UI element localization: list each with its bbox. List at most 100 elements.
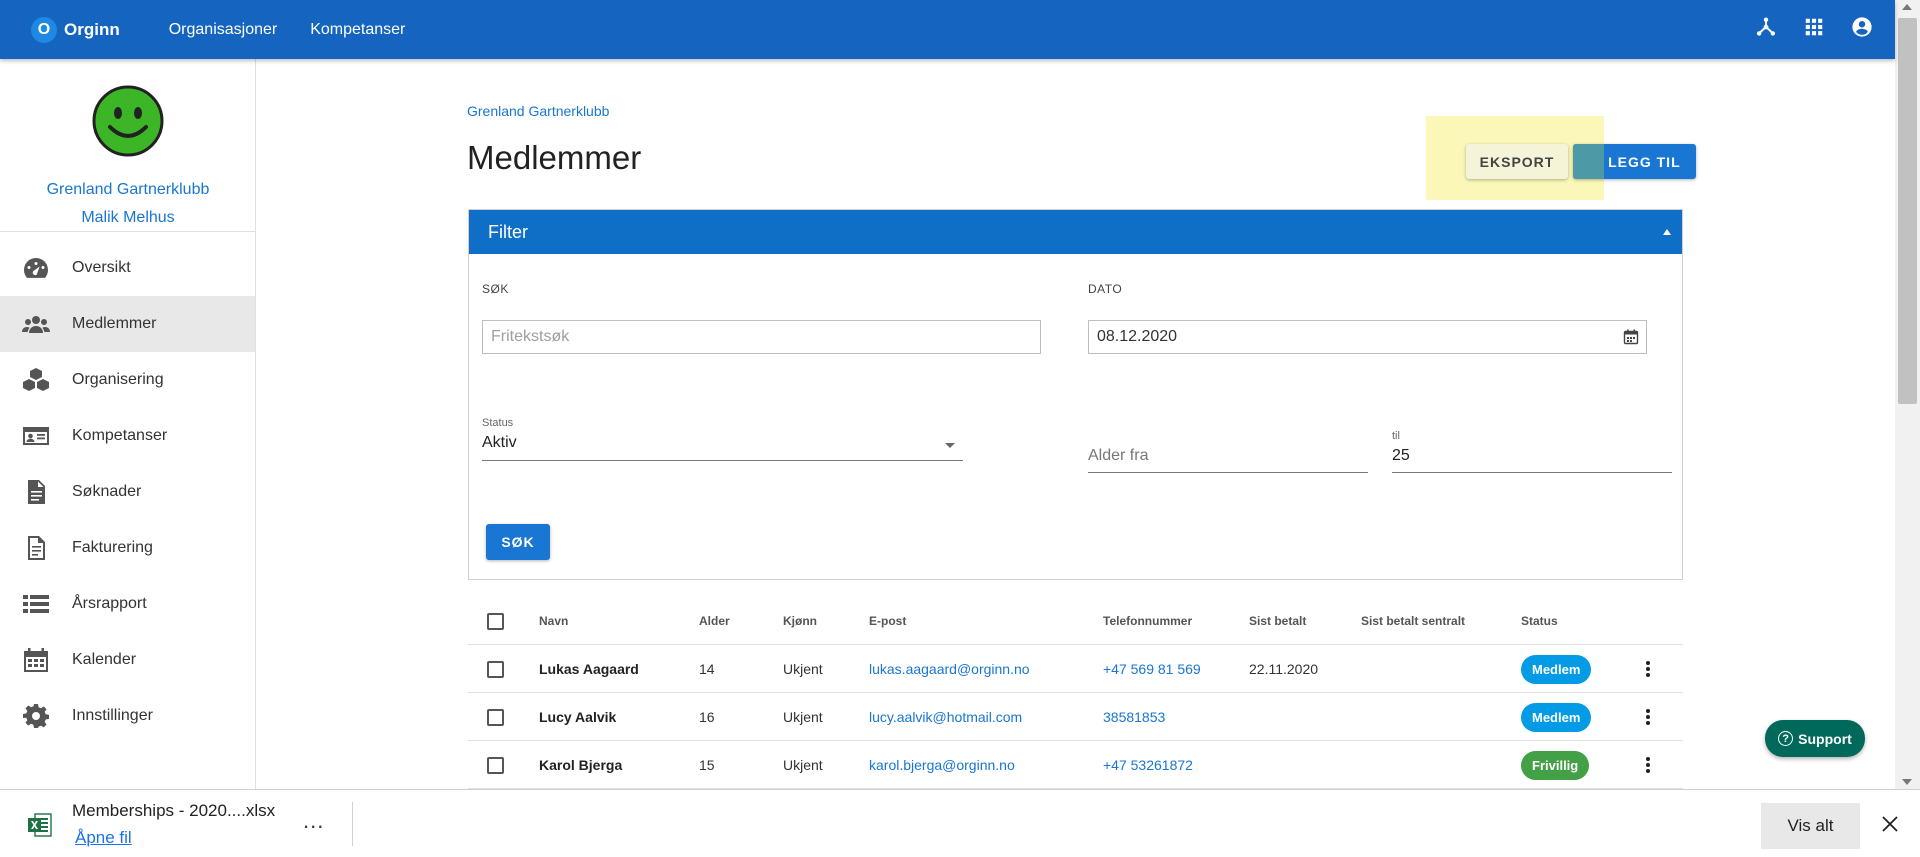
row-menu-cell (1638, 693, 1658, 741)
header-telefon[interactable]: Telefonnummer (1103, 597, 1192, 645)
download-file-name[interactable]: Memberships - 2020....xlsx (72, 801, 275, 821)
page-scrollbar[interactable] (1895, 0, 1920, 789)
sidebar-item-organisering[interactable]: Organisering (0, 352, 255, 408)
excel-file-icon (28, 813, 52, 837)
row-checkbox[interactable] (487, 708, 504, 726)
add-button-label: LEGG TIL (1608, 153, 1681, 170)
speedometer-icon (24, 258, 48, 278)
member-phone[interactable]: +47 569 81 569 (1103, 645, 1201, 693)
collapse-caret-icon[interactable] (1663, 229, 1671, 235)
sidebar-item-label: Kalender (72, 651, 137, 668)
member-email[interactable]: lukas.aagaard@orginn.no (869, 645, 1030, 693)
hierarchy-icon[interactable] (1755, 16, 1777, 38)
sidebar-item-oversikt[interactable]: Oversikt (0, 240, 255, 296)
add-member-button[interactable]: + LEGG TIL (1573, 144, 1696, 179)
status-badge-cell: Medlem (1521, 693, 1592, 741)
member-email[interactable]: karol.bjerga@orginn.no (869, 741, 1015, 789)
status-value: Aktiv (482, 434, 517, 451)
filter-header[interactable]: Filter (469, 210, 1682, 254)
age-to-field[interactable]: 25 (1392, 445, 1672, 473)
row-checkbox[interactable] (487, 660, 504, 678)
scroll-thumb[interactable] (1898, 18, 1917, 404)
scroll-down-arrow[interactable] (1902, 779, 1912, 785)
member-age: 15 (699, 757, 715, 773)
table-row[interactable]: Lukas Aagaard 14 Ukjent lukas.aagaard@or… (468, 645, 1683, 693)
age-from-field[interactable]: Alder fra (1088, 445, 1368, 473)
account-icon[interactable] (1851, 16, 1873, 38)
header-alder[interactable]: Alder (699, 597, 730, 645)
app-logo[interactable]: O Orginn (31, 16, 120, 43)
select-all-checkbox[interactable] (487, 612, 504, 630)
date-field[interactable]: 08.12.2020 (1088, 320, 1647, 354)
logo-badge: O (31, 16, 57, 43)
sidebar-item-fakturering[interactable]: Fakturering (0, 520, 255, 576)
calendar-picker-icon[interactable] (1623, 329, 1639, 345)
member-email[interactable]: lucy.aalvik@hotmail.com (869, 693, 1022, 741)
select-all-cell (487, 597, 504, 645)
search-input[interactable] (482, 320, 1041, 354)
breadcrumb[interactable]: Grenland Gartnerklubb (467, 103, 609, 119)
apps-grid-icon[interactable] (1803, 16, 1825, 38)
member-name[interactable]: Lucy Aalvik (539, 693, 616, 741)
header-status[interactable]: Status (1521, 597, 1558, 645)
status-badge[interactable]: Medlem (1521, 654, 1592, 684)
status-select[interactable]: Aktiv (482, 432, 963, 461)
sidebar-item-label: Innstillinger (72, 707, 153, 724)
age-from-placeholder: Alder fra (1088, 447, 1149, 464)
export-button[interactable]: EKSPORT (1466, 144, 1568, 179)
top-nav: Organisasjoner Kompetanser (169, 21, 406, 39)
more-vert-icon[interactable] (1638, 659, 1658, 679)
more-options-icon[interactable]: ... (303, 808, 324, 834)
search-label: SØK (482, 282, 509, 296)
table-row[interactable]: Karol Bjerga 15 Ukjent karol.bjerga@orgi… (468, 741, 1683, 789)
status-label: Status (482, 417, 514, 429)
sidebar-item-soknader[interactable]: Søknader (0, 464, 255, 520)
sidebar-org-name[interactable]: Grenland Gartnerklubb (0, 181, 256, 199)
sidebar-user-name[interactable]: Malik Melhus (0, 209, 256, 227)
sidebar-item-label: Kompetanser (72, 427, 168, 444)
member-name[interactable]: Karol Bjerga (539, 741, 622, 789)
show-all-button[interactable]: Vis alt (1761, 803, 1860, 849)
header-kjonn[interactable]: Kjønn (783, 597, 817, 645)
sidebar-item-kalender[interactable]: Kalender (0, 632, 255, 688)
member-phone[interactable]: +47 53261872 (1103, 741, 1193, 789)
status-badge[interactable]: Frivillig (1521, 750, 1590, 780)
sidebar-item-medlemmer[interactable]: Medlemmer (0, 296, 255, 352)
more-vert-icon[interactable] (1638, 755, 1658, 775)
sidebar-item-label: Fakturering (72, 539, 153, 556)
filter-title: Filter (488, 221, 528, 242)
nav-organisasjoner[interactable]: Organisasjoner (169, 21, 278, 39)
status-badge-cell: Frivillig (1521, 741, 1590, 789)
nav-kompetanser[interactable]: Kompetanser (310, 21, 405, 39)
close-icon[interactable] (1880, 814, 1900, 834)
scroll-up-arrow[interactable] (1902, 4, 1912, 10)
header-sist-betalt[interactable]: Sist betalt (1249, 597, 1306, 645)
top-icons (1755, 16, 1873, 38)
open-file-link[interactable]: Åpne fil (75, 828, 132, 848)
row-checkbox-cell (487, 693, 504, 741)
search-button[interactable]: SØK (486, 524, 550, 560)
header-epost[interactable]: E-post (869, 597, 906, 645)
people-icon (22, 316, 50, 333)
smiley-avatar (92, 85, 164, 157)
member-phone[interactable]: 38581853 (1103, 693, 1165, 741)
sidebar-item-kompetanser[interactable]: Kompetanser (0, 408, 255, 464)
row-checkbox[interactable] (487, 756, 504, 774)
header-navn[interactable]: Navn (539, 597, 568, 645)
row-checkbox-cell (487, 741, 504, 789)
age-to-label: til (1392, 430, 1400, 442)
table-row[interactable]: Lucy Aalvik 16 Ukjent lucy.aalvik@hotmai… (468, 693, 1683, 741)
row-checkbox-cell (487, 645, 504, 693)
member-gender: Ukjent (783, 661, 823, 677)
more-vert-icon[interactable] (1638, 707, 1658, 727)
header-sist-betalt-sentralt[interactable]: Sist betalt sentralt (1361, 597, 1465, 645)
calendar-icon (24, 648, 48, 672)
status-badge[interactable]: Medlem (1521, 702, 1592, 732)
member-gender: Ukjent (783, 757, 823, 773)
sidebar-item-innstillinger[interactable]: Innstillinger (0, 688, 255, 744)
support-button[interactable]: ? Support (1765, 720, 1865, 757)
member-name[interactable]: Lukas Aagaard (539, 645, 639, 693)
download-divider (352, 802, 353, 846)
sidebar-menu: Oversikt Medlemmer Organisering Kompetan… (0, 240, 255, 744)
sidebar-item-arsrapport[interactable]: Årsrapport (0, 576, 255, 632)
